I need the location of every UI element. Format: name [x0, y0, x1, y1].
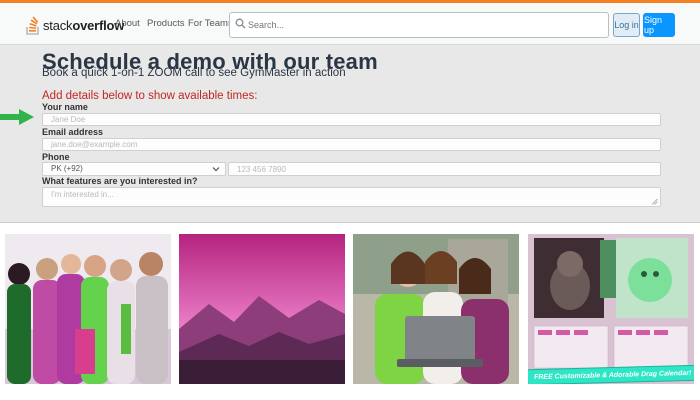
features-textarea[interactable]: I'm interested in...: [42, 187, 661, 207]
nav-about[interactable]: About: [115, 18, 140, 29]
students-laptop-card[interactable]: [353, 234, 519, 384]
search-icon: [235, 18, 246, 29]
dog-calendar-card[interactable]: FREE Customizable & Adorable Drag Calend…: [528, 234, 694, 384]
login-button[interactable]: Log in: [613, 13, 640, 37]
green-arrow-icon: [0, 109, 34, 125]
details-instruction: Add details below to show available time…: [42, 90, 258, 102]
nav-products[interactable]: Products: [147, 18, 185, 29]
features-placeholder: I'm interested in...: [51, 190, 114, 199]
demo-form-panel: Schedule a demo with our team Book a qui…: [0, 45, 700, 223]
country-code-value: PK (+92): [51, 164, 83, 173]
dog-calendar-image: [528, 234, 694, 384]
signup-button[interactable]: Sign up: [643, 13, 675, 37]
team-photo-image: [5, 234, 171, 384]
phone-label: Phone: [42, 152, 70, 162]
nav-for-teams[interactable]: For Teams: [188, 18, 233, 29]
country-code-select[interactable]: PK (+92): [42, 162, 226, 176]
email-label: Email address: [42, 127, 104, 137]
mountain-landscape-image: [179, 234, 345, 384]
stack-logo-icon: [26, 16, 39, 35]
students-laptop-image: [353, 234, 519, 384]
stackoverflow-header: stackoverflow About Products For Teams L…: [0, 0, 700, 45]
email-field[interactable]: [42, 138, 661, 151]
stackoverflow-logo[interactable]: stackoverflow: [26, 11, 124, 39]
mountain-landscape-card[interactable]: [179, 234, 345, 384]
search-input[interactable]: [248, 13, 603, 37]
team-photo-card[interactable]: [5, 234, 171, 384]
search-box[interactable]: [229, 12, 609, 38]
resize-grip-icon[interactable]: [651, 198, 658, 205]
name-field[interactable]: [42, 113, 661, 126]
name-label: Your name: [42, 102, 88, 112]
chevron-down-icon: [212, 167, 220, 172]
phone-field[interactable]: [228, 162, 661, 176]
logo-text: stackoverflow: [43, 17, 125, 33]
features-label: What features are you interested in?: [42, 176, 198, 186]
page-subtitle: Book a quick 1-on-1 ZOOM call to see Gym…: [42, 67, 346, 79]
